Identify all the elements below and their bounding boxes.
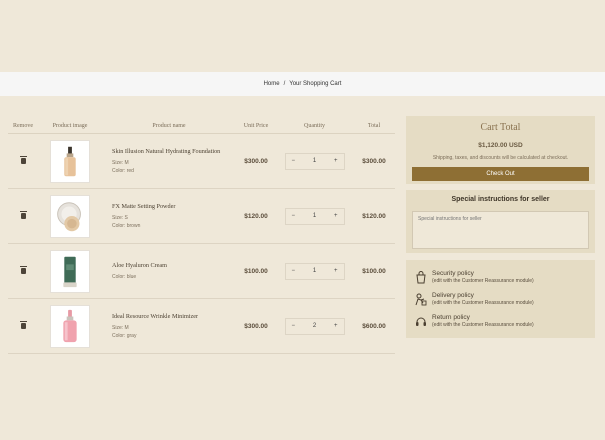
decrease-button[interactable]: − [292, 323, 296, 329]
quantity-stepper: − 1 + [284, 262, 345, 280]
line-total: $600.00 [362, 322, 386, 330]
trash-icon[interactable] [19, 321, 27, 329]
policy-item: Delivery policy (edit with the Customer … [406, 288, 595, 310]
policy-subtitle: (edit with the Customer Reassurance modu… [432, 300, 534, 306]
quantity-stepper: − 1 + [284, 152, 345, 170]
breadcrumb-separator: / [283, 81, 286, 87]
breadcrumb-current: Your Shopping Cart [289, 81, 342, 87]
policy-title: Delivery policy [432, 292, 474, 299]
policy-item: Security policy (edit with the Customer … [406, 266, 595, 288]
unit-price: $300.00 [244, 157, 268, 165]
product-name-link[interactable]: Skin Illusion Natural Hydrating Foundati… [112, 148, 220, 155]
table-row: FX Matte Setting Powder Size: S Color: b… [8, 189, 395, 244]
unit-price: $120.00 [244, 212, 268, 220]
policy-item: Return policy (edit with the Customer Re… [406, 310, 595, 332]
policy-title: Return policy [432, 314, 470, 321]
breadcrumb-home-link[interactable]: Home [264, 81, 280, 87]
increase-button[interactable]: + [334, 323, 338, 329]
quantity-input[interactable]: 1 [313, 213, 316, 219]
table-header: Remove Product image Product name Unit P… [8, 118, 395, 134]
unit-price: $300.00 [244, 322, 268, 330]
policy-subtitle: (edit with the Customer Reassurance modu… [432, 278, 534, 284]
instructions-panel: Special instructions for seller [406, 190, 595, 253]
header-quantity: Quantity [304, 122, 325, 129]
product-name-link[interactable]: Aloe Hyaluron Cream [112, 262, 167, 269]
quantity-input[interactable]: 1 [313, 158, 316, 164]
unit-price: $100.00 [244, 267, 268, 275]
table-row: Skin Illusion Natural Hydrating Foundati… [8, 134, 395, 189]
product-image[interactable] [50, 139, 90, 183]
instructions-title: Special instructions for seller [451, 196, 550, 203]
shopping-bag-icon [413, 269, 429, 285]
product-color: Color: blue [112, 273, 137, 280]
return-icon [413, 313, 429, 329]
trash-icon[interactable] [19, 156, 27, 164]
product-name-link[interactable]: FX Matte Setting Powder [112, 203, 175, 210]
instructions-textarea[interactable] [412, 211, 589, 249]
product-image[interactable] [50, 249, 90, 293]
checkout-note: Shipping, taxes, and discounts will be c… [432, 155, 569, 161]
policy-subtitle: (edit with the Customer Reassurance modu… [432, 322, 534, 328]
quantity-input[interactable]: 1 [313, 268, 316, 274]
header-name: Product name [152, 122, 186, 129]
decrease-button[interactable]: − [292, 158, 296, 164]
trash-icon[interactable] [19, 266, 27, 274]
decrease-button[interactable]: − [292, 268, 296, 274]
decrease-button[interactable]: − [292, 213, 296, 219]
product-size: Size: S [112, 214, 128, 221]
increase-button[interactable]: + [334, 268, 338, 274]
reassurance-panel: Security policy (edit with the Customer … [406, 260, 595, 338]
header-image: Product image [52, 122, 88, 129]
cart-total-title: Cart Total [480, 122, 521, 133]
header-total: Total [367, 122, 381, 129]
breadcrumb: Home / Your Shopping Cart [0, 72, 605, 96]
product-size: Size: M [112, 324, 129, 331]
cart-total-panel: Cart Total $1,120.00 USD Shipping, taxes… [406, 116, 595, 184]
increase-button[interactable]: + [334, 213, 338, 219]
table-row: Ideal Resource Wrinkle Minimizer Size: M… [8, 299, 395, 354]
product-name-link[interactable]: Ideal Resource Wrinkle Minimizer [112, 313, 198, 320]
cart-total-amount: $1,120.00 USD [478, 142, 523, 149]
product-size: Size: M [112, 159, 129, 166]
header-price: Unit Price [243, 122, 269, 129]
trash-icon[interactable] [19, 211, 27, 219]
increase-button[interactable]: + [334, 158, 338, 164]
cart-table: Remove Product image Product name Unit P… [8, 118, 395, 354]
quantity-stepper: − 1 + [284, 207, 345, 225]
product-color: Color: brown [112, 222, 141, 229]
quantity-stepper: − 2 + [284, 317, 345, 335]
quantity-input[interactable]: 2 [313, 323, 316, 329]
product-color: Color: gray [112, 332, 137, 339]
header-remove: Remove [13, 122, 33, 129]
line-total: $120.00 [362, 212, 386, 220]
delivery-icon [413, 291, 429, 307]
product-image[interactable] [50, 304, 90, 348]
line-total: $300.00 [362, 157, 386, 165]
product-image[interactable] [50, 194, 90, 238]
line-total: $100.00 [362, 267, 386, 275]
policy-title: Security policy [432, 270, 474, 277]
product-color: Color: red [112, 167, 134, 174]
table-row: Aloe Hyaluron Cream Color: blue $100.00 … [8, 244, 395, 299]
checkout-button[interactable]: Check Out [412, 167, 589, 181]
